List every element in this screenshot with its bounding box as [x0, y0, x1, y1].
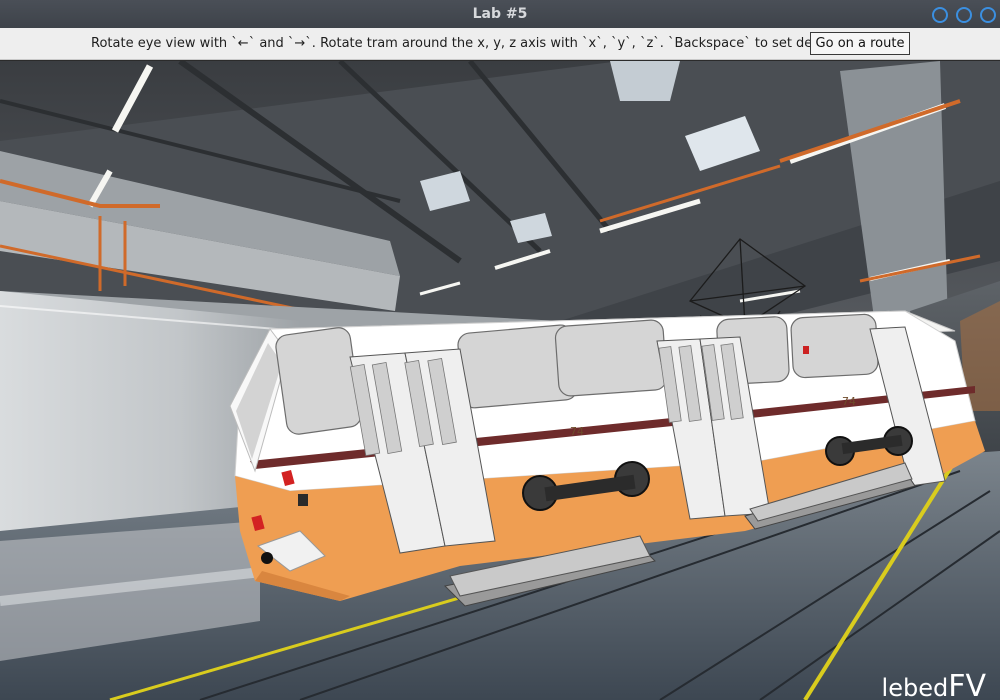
- 3d-viewport[interactable]: 74 74 lebedFV: [0, 61, 1000, 700]
- go-on-route-button[interactable]: Go on a route: [810, 32, 910, 55]
- maximize-icon[interactable]: [956, 7, 972, 23]
- tram-number-front: 74: [570, 425, 584, 438]
- window-title-bar[interactable]: Lab #5: [0, 0, 1000, 28]
- controls-toolbar: Rotate eye view with `←` and `→`. Rotate…: [0, 28, 1000, 60]
- window-title: Lab #5: [472, 6, 528, 22]
- watermark-logo: lebedFV: [881, 669, 986, 700]
- close-icon[interactable]: [980, 7, 996, 23]
- controls-hint-text: Rotate eye view with `←` and `→`. Rotate…: [91, 36, 842, 51]
- scene-canvas[interactable]: 74 74: [0, 61, 1000, 700]
- tram-number-rear: 74: [842, 395, 856, 408]
- minimize-icon[interactable]: [932, 7, 948, 23]
